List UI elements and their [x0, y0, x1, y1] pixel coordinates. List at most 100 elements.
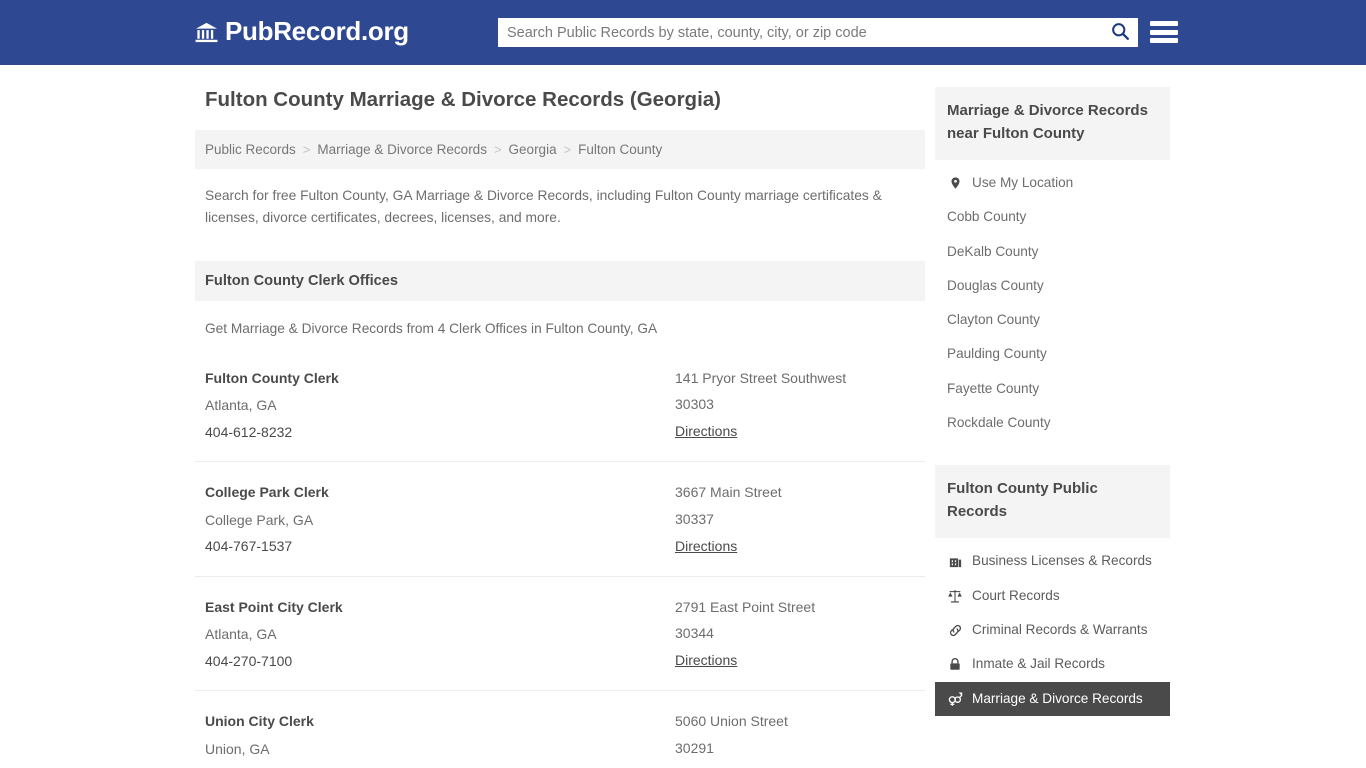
sidebar-nearby-list: Use My Location Cobb County DeKalb Count…	[935, 160, 1170, 441]
main-content: Fulton County Marriage & Divorce Records…	[195, 65, 925, 768]
page-description: Search for free Fulton County, GA Marria…	[205, 187, 882, 225]
breadcrumb-item-fulton-county[interactable]: Fulton County	[578, 142, 662, 157]
gender-symbols-icon	[947, 691, 963, 707]
directions-link[interactable]: Directions	[675, 762, 737, 768]
sidebar-item-criminal-records[interactable]: Criminal Records & Warrants	[935, 613, 1170, 647]
sidebar-item-clayton-county[interactable]: Clayton County	[935, 303, 1170, 337]
office-details: College Park Clerk College Park, GA 404-…	[205, 479, 675, 559]
office-city: Atlanta, GA	[205, 626, 277, 643]
briefcase-icon	[947, 553, 963, 569]
sidebar-heading-public-records: Fulton County Public Records	[935, 465, 1170, 539]
sidebar-item-label: Inmate & Jail Records	[972, 656, 1105, 672]
page-title: Fulton County Marriage & Divorce Records…	[205, 88, 721, 111]
sidebar-item-rockdale-county[interactable]: Rockdale County	[935, 406, 1170, 440]
hamburger-bar	[1150, 21, 1178, 26]
office-phone[interactable]: 404-767-1537	[205, 538, 292, 554]
breadcrumb-separator-icon: >	[302, 141, 311, 157]
sidebar-item-label: Use My Location	[972, 174, 1074, 190]
office-street: 5060 Union Street	[675, 713, 788, 730]
map-pin-icon	[947, 175, 963, 191]
sidebar-item-label: Marriage & Divorce Records	[972, 690, 1143, 706]
office-details: Union City Clerk Union, GA 770-306-6847	[205, 708, 675, 768]
breadcrumb-item-georgia[interactable]: Georgia	[509, 142, 557, 157]
office-address: 2791 East Point Street 30344 Directions	[675, 594, 915, 674]
hamburger-bar	[1150, 38, 1178, 43]
breadcrumb-item-public-records[interactable]: Public Records	[205, 142, 296, 157]
office-zip: 30303	[675, 396, 714, 413]
office-name: Fulton County Clerk	[205, 369, 339, 386]
sidebar-item-paulding-county[interactable]: Paulding County	[935, 337, 1170, 371]
site-logo[interactable]: PubRecord.org	[195, 18, 409, 44]
sidebar-item-label: Fayette County	[947, 380, 1040, 396]
sidebar-item-marriage-divorce-records[interactable]: Marriage & Divorce Records	[935, 681, 1170, 716]
sidebar-item-label: Business Licenses & Records	[972, 553, 1152, 569]
lock-icon	[947, 656, 963, 672]
sidebar-item-use-my-location[interactable]: Use My Location	[935, 166, 1170, 200]
bank-icon	[195, 21, 218, 44]
sidebar-item-label: Paulding County	[947, 346, 1047, 362]
page-body: Fulton County Marriage & Divorce Records…	[0, 65, 1366, 768]
sidebar-item-label: Clayton County	[947, 312, 1040, 328]
office-details: East Point City Clerk Atlanta, GA 404-27…	[205, 594, 675, 674]
sidebar-public-records-list: Business Licenses & Records Court Record…	[935, 538, 1170, 716]
link-chain-icon	[947, 622, 963, 638]
office-name: East Point City Clerk	[205, 598, 343, 615]
section-heading-clerk-offices: Fulton County Clerk Offices	[195, 261, 925, 302]
search-button[interactable]	[1102, 18, 1138, 47]
office-address: 3667 Main Street 30337 Directions	[675, 479, 915, 559]
table-row: Union City Clerk Union, GA 770-306-6847 …	[195, 691, 925, 768]
table-row: East Point City Clerk Atlanta, GA 404-27…	[195, 577, 925, 692]
office-city: College Park, GA	[205, 511, 314, 528]
table-row: Fulton County Clerk Atlanta, GA 404-612-…	[195, 348, 925, 463]
office-street: 2791 East Point Street	[675, 598, 816, 615]
office-city: Atlanta, GA	[205, 397, 277, 414]
office-zip: 30337	[675, 510, 714, 527]
sidebar-item-label: Douglas County	[947, 277, 1044, 293]
table-row: College Park Clerk College Park, GA 404-…	[195, 462, 925, 577]
directions-link[interactable]: Directions	[675, 533, 737, 560]
site-header: PubRecord.org	[0, 0, 1366, 65]
sidebar-item-label: Criminal Records & Warrants	[972, 621, 1148, 637]
breadcrumb-separator-icon: >	[563, 141, 572, 157]
hamburger-menu-icon[interactable]	[1150, 19, 1178, 45]
sidebar-item-label: Cobb County	[947, 209, 1027, 225]
sidebar-item-label: Court Records	[972, 587, 1060, 603]
sidebar-heading-nearby: Marriage & Divorce Records near Fulton C…	[935, 87, 1170, 160]
office-zip: 30291	[675, 739, 714, 756]
office-name: Union City Clerk	[205, 713, 314, 730]
search-icon	[1110, 21, 1131, 45]
office-city: Union, GA	[205, 740, 270, 757]
office-address: 5060 Union Street 30291 Directions	[675, 708, 915, 768]
directions-link[interactable]: Directions	[675, 418, 737, 445]
office-zip: 30344	[675, 625, 714, 642]
sidebar-item-fayette-county[interactable]: Fayette County	[935, 372, 1170, 406]
breadcrumb-item-marriage-divorce-records[interactable]: Marriage & Divorce Records	[317, 142, 487, 157]
sidebar-item-business-licenses[interactable]: Business Licenses & Records	[935, 544, 1170, 578]
sidebar-item-label: DeKalb County	[947, 243, 1039, 259]
sidebar-item-inmate-jail-records[interactable]: Inmate & Jail Records	[935, 647, 1170, 681]
directions-link[interactable]: Directions	[675, 647, 737, 674]
office-street: 141 Pryor Street Southwest	[675, 369, 847, 386]
office-name: College Park Clerk	[205, 484, 329, 501]
clerk-office-list: Fulton County Clerk Atlanta, GA 404-612-…	[195, 348, 925, 768]
sidebar-item-douglas-county[interactable]: Douglas County	[935, 269, 1170, 303]
sidebar-item-label: Rockdale County	[947, 415, 1051, 431]
breadcrumb: Public Records > Marriage & Divorce Reco…	[195, 129, 925, 169]
section-subtext-clerk-offices: Get Marriage & Divorce Records from 4 Cl…	[205, 321, 658, 337]
site-logo-text: PubRecord.org	[225, 16, 409, 46]
office-phone[interactable]: 404-612-8232	[205, 424, 292, 440]
page-layout: Fulton County Marriage & Divorce Records…	[0, 65, 1366, 768]
search-input[interactable]	[498, 18, 1102, 47]
sidebar-item-court-records[interactable]: Court Records	[935, 579, 1170, 613]
office-address: 141 Pryor Street Southwest 30303 Directi…	[675, 365, 915, 445]
search-bar	[498, 18, 1138, 47]
office-details: Fulton County Clerk Atlanta, GA 404-612-…	[205, 365, 675, 445]
sidebar: Marriage & Divorce Records near Fulton C…	[935, 65, 1170, 716]
office-street: 3667 Main Street	[675, 484, 782, 501]
breadcrumb-separator-icon: >	[493, 141, 502, 157]
hamburger-bar	[1150, 29, 1178, 35]
sidebar-item-cobb-county[interactable]: Cobb County	[935, 200, 1170, 234]
office-phone[interactable]: 404-270-7100	[205, 653, 292, 669]
scales-icon	[947, 588, 963, 604]
sidebar-item-dekalb-county[interactable]: DeKalb County	[935, 235, 1170, 269]
